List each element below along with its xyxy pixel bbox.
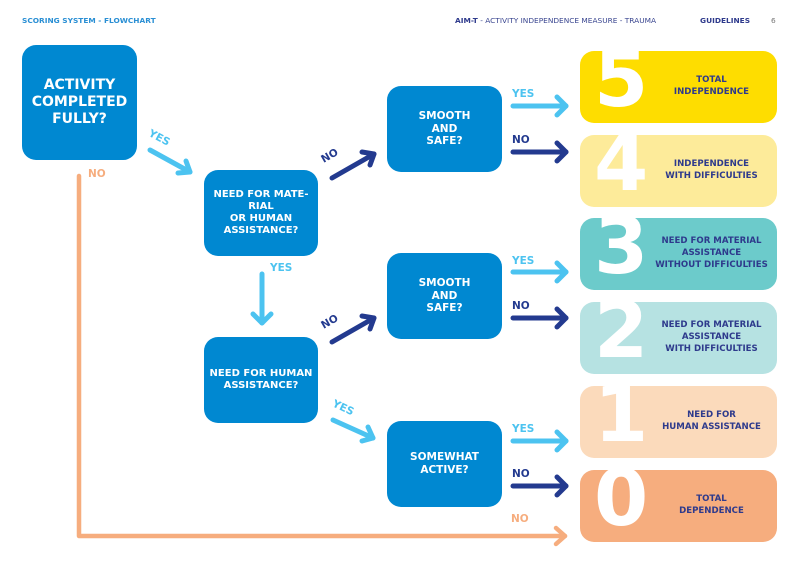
- question-line: COMPLETED: [31, 93, 128, 110]
- question-line: SMOOTH: [418, 109, 471, 122]
- score-number: 0: [594, 454, 649, 544]
- score-label-line: INDEPENDENCE: [673, 87, 750, 97]
- question-human-assistance: NEED FOR HUMAN ASSISTANCE?: [204, 337, 318, 423]
- score-label-line: TOTAL: [696, 75, 727, 86]
- question-line: RIAL: [248, 200, 274, 212]
- score-2-material-assistance-with-difficulties: 2 NEED FOR MATERIAL ASSISTANCE WITH DIFF…: [580, 292, 777, 374]
- score-label: INDEPENDENCE WITH DIFFICULTIES: [650, 135, 773, 207]
- question-line: ACTIVE?: [420, 464, 469, 476]
- edge-label-q6-no: NO: [512, 468, 530, 480]
- question-line: SAFE?: [426, 135, 463, 148]
- score-label-line: HUMAN ASSISTANCE: [662, 422, 761, 432]
- question-line: ACTIVITY: [43, 76, 116, 93]
- score-number: 1: [594, 370, 649, 460]
- score-label: NEED FOR MATERIAL ASSISTANCE WITH DIFFIC…: [650, 302, 773, 374]
- score-number: 2: [594, 286, 649, 376]
- score-5-total-independence: 5 TOTAL INDEPENDENCE: [580, 41, 777, 123]
- question-line: AND: [431, 122, 458, 135]
- score-label-line: WITH DIFFICULTIES: [665, 343, 758, 354]
- score-label-line: NEED FOR MATERIAL: [661, 236, 762, 247]
- score-label-line: INDEPENDENCE: [673, 159, 750, 170]
- score-label-line: ASSISTANCE: [681, 248, 742, 259]
- score-label-line: WITH DIFFICULTIES: [665, 171, 758, 181]
- question-smooth-and-safe-1: SMOOTH AND SAFE?: [387, 86, 502, 172]
- question-line: SMOOTH: [418, 276, 471, 289]
- edge-label-fail-no: NO: [511, 513, 529, 525]
- score-label: TOTAL INDEPENDENCE: [650, 51, 773, 123]
- score-label: NEED FOR MATERIAL ASSISTANCE WITHOUT DIF…: [650, 218, 773, 290]
- score-label-line: ASSISTANCE: [681, 332, 742, 343]
- score-label-line: WITHOUT DIFFICULTIES: [655, 259, 768, 270]
- edge-label-q4-no: NO: [512, 134, 530, 146]
- score-0-total-dependence: 0 TOTAL DEPENDENCE: [580, 460, 777, 542]
- question-activity-completed: ACTIVITY COMPLETED FULLY?: [22, 45, 137, 160]
- edge-label-q1-no: NO: [88, 168, 106, 180]
- question-line: SOMEWHAT: [410, 451, 479, 464]
- score-label-line: TOTAL: [696, 494, 727, 505]
- question-line: OR HUMAN: [229, 213, 293, 224]
- score-1-human-assistance: 1 NEED FOR HUMAN ASSISTANCE: [580, 376, 777, 458]
- score-label: NEED FOR HUMAN ASSISTANCE: [650, 386, 773, 458]
- edge-label-q5-yes: YES: [512, 255, 535, 267]
- edge-label-q4-yes: YES: [512, 88, 535, 100]
- edge-label-q6-yes: YES: [512, 423, 535, 435]
- score-label-line: NEED FOR MATERIAL: [661, 320, 762, 331]
- score-3-material-assistance-without-difficulties: 3 NEED FOR MATERIAL ASSISTANCE WITHOUT D…: [580, 208, 777, 290]
- score-number: 4: [594, 119, 649, 209]
- question-line: SAFE?: [426, 302, 463, 315]
- question-material-or-human-assistance: NEED FOR MATE- RIAL OR HUMAN ASSISTANCE?: [204, 170, 318, 256]
- question-line: ASSISTANCE?: [223, 380, 299, 391]
- question-line: NEED FOR HUMAN: [209, 367, 313, 379]
- edge-label-q5-no: NO: [512, 300, 530, 312]
- score-label-line: DEPENDENCE: [679, 506, 744, 516]
- question-line: AND: [431, 289, 458, 302]
- score-label: TOTAL DEPENDENCE: [650, 470, 773, 542]
- question-line: FULLY?: [52, 111, 107, 128]
- score-number: 3: [594, 202, 649, 292]
- question-line: ASSISTANCE?: [223, 225, 299, 237]
- score-4-independence-with-difficulties: 4 INDEPENDENCE WITH DIFFICULTIES: [580, 125, 777, 207]
- score-number: 5: [594, 35, 649, 125]
- question-line: NEED FOR MATE-: [213, 188, 309, 200]
- question-somewhat-active: SOMEWHAT ACTIVE?: [387, 421, 502, 507]
- edge-label-q2-yes: YES: [270, 262, 293, 274]
- question-smooth-and-safe-2: SMOOTH AND SAFE?: [387, 253, 502, 339]
- score-label-line: NEED FOR: [687, 410, 736, 421]
